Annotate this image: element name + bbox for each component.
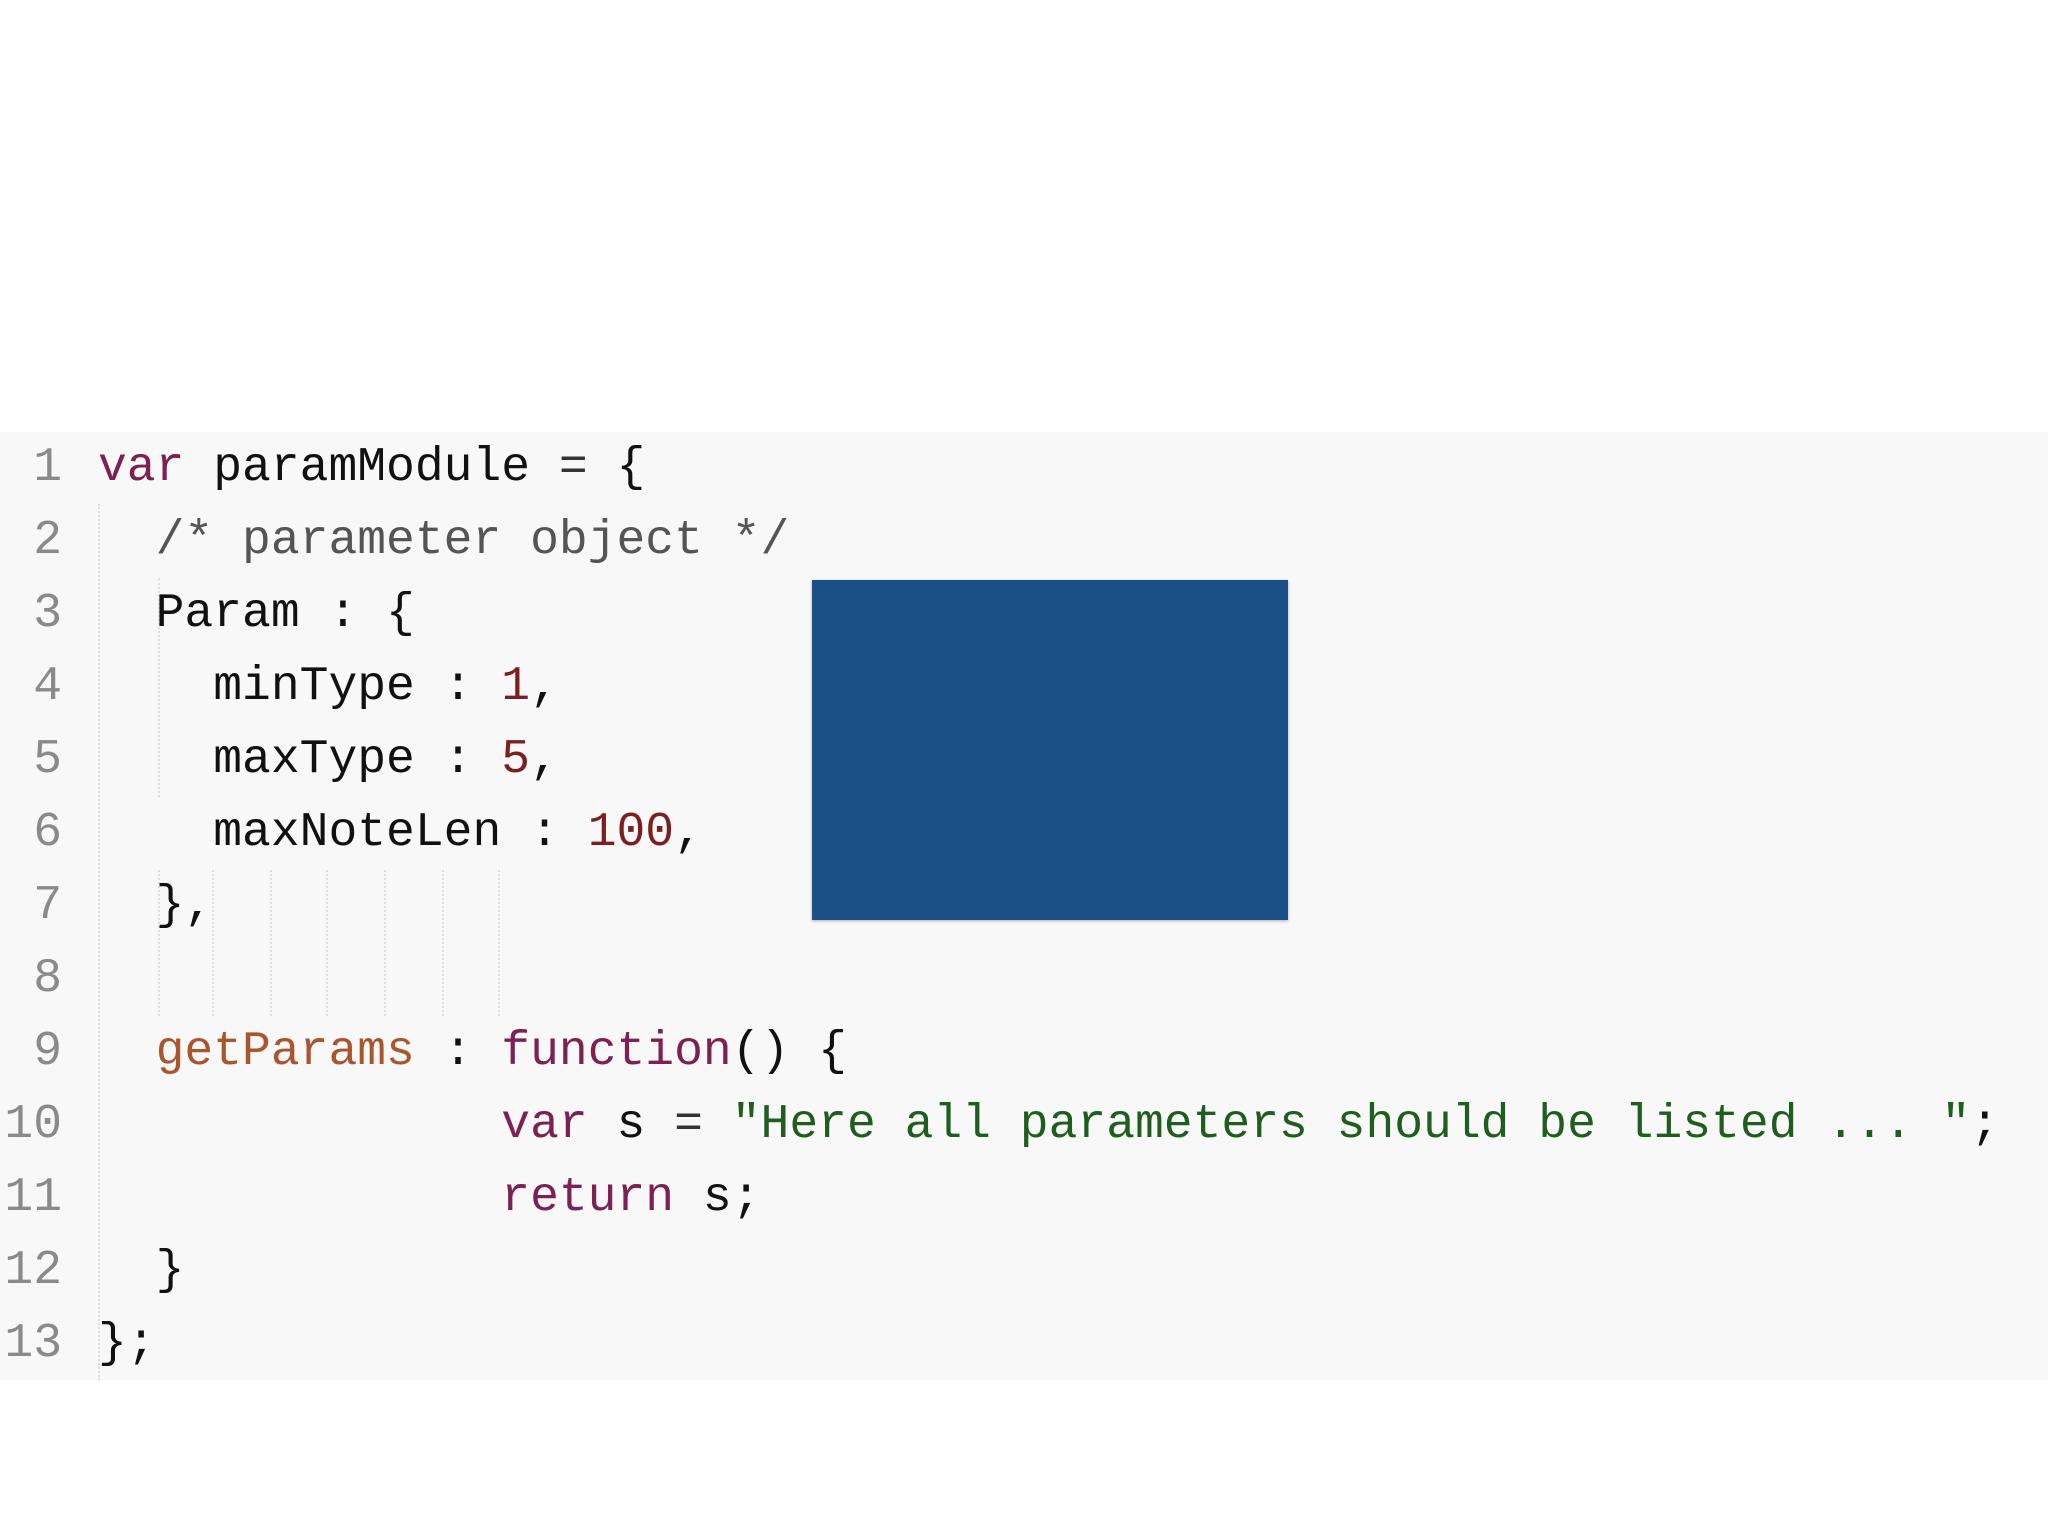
redaction-block: [812, 580, 1288, 920]
line-number: 2: [33, 514, 62, 568]
code-token-plain: s: [587, 1098, 675, 1152]
code-token-keyword: return: [501, 1171, 675, 1225]
code-token-keyword: var: [98, 441, 185, 495]
line-content: return s;: [98, 1162, 761, 1235]
code-token-plain: s;: [674, 1171, 761, 1225]
code-token-plain: Param : {: [98, 587, 415, 641]
line-content: },: [98, 870, 214, 943]
code-token-plain: maxNoteLen :: [98, 806, 588, 860]
code-token-plain: ;: [1970, 1098, 2000, 1152]
code-token-number: 1: [501, 660, 531, 714]
line-content: minType : 1,: [98, 651, 559, 724]
code-token-number: 5: [501, 733, 531, 787]
code-token-plain: :: [414, 1025, 502, 1079]
line-number: 9: [33, 1025, 62, 1079]
code-token-comment: /* parameter object */: [155, 514, 790, 568]
code-token-plain: () {: [731, 1025, 847, 1079]
line-number: 4: [33, 660, 62, 714]
line-number: 6: [33, 806, 62, 860]
line-content: maxNoteLen : 100,: [98, 797, 703, 870]
line-number: 3: [33, 587, 62, 641]
line-content: /* parameter object */: [98, 505, 790, 578]
code-token-plain: minType :: [98, 660, 502, 714]
code-token-plain: paramModule: [184, 441, 559, 495]
code-line[interactable]: 11 return s;: [0, 1162, 2048, 1235]
line-number: 10: [4, 1098, 62, 1152]
code-token-plain: };: [98, 1317, 156, 1371]
code-line[interactable]: 9 getParams : function() {: [0, 1016, 2048, 1089]
code-token-number: 100: [587, 806, 675, 860]
code-line[interactable]: 10 var s = "Here all parameters should b…: [0, 1089, 2048, 1162]
line-number: 13: [4, 1317, 62, 1371]
code-token-plain: ,: [530, 660, 559, 714]
code-token-property: getParams: [155, 1025, 415, 1079]
line-content: Param : {: [98, 578, 415, 651]
code-token-plain: ,: [530, 733, 559, 787]
code-token-punctuation: =: [674, 1098, 703, 1152]
code-line[interactable]: 8: [0, 943, 2048, 1016]
code-token-plain: }: [98, 1244, 185, 1298]
line-content: var s = "Here all parameters should be l…: [98, 1089, 1999, 1162]
code-line[interactable]: 13};: [0, 1308, 2048, 1381]
line-number: 1: [33, 441, 62, 495]
line-number: 5: [33, 733, 62, 787]
code-line[interactable]: 1 var paramModule = {: [0, 432, 2048, 505]
code-token-keyword: var: [501, 1098, 588, 1152]
code-token-keyword: function: [501, 1025, 732, 1079]
code-token-plain: ,: [674, 806, 703, 860]
line-content: };: [98, 1308, 156, 1381]
line-content: }: [98, 1235, 185, 1308]
line-number: 7: [33, 879, 62, 933]
line-number: 8: [33, 952, 62, 1006]
code-line[interactable]: 12 }: [0, 1235, 2048, 1308]
line-content: getParams : function() {: [98, 1016, 847, 1089]
code-token-punctuation: =: [558, 441, 588, 495]
code-line[interactable]: 2 /* parameter object */: [0, 505, 2048, 578]
code-token-string: "Here all parameters should be listed ..…: [731, 1098, 1971, 1152]
line-content: maxType : 5,: [98, 724, 559, 797]
code-token-plain: },: [98, 879, 214, 933]
code-token-plain: maxType :: [98, 733, 502, 787]
line-number: 12: [4, 1244, 62, 1298]
line-content: var paramModule = {: [98, 432, 645, 505]
line-number: 11: [4, 1171, 62, 1225]
code-token-plain: {: [587, 441, 646, 495]
